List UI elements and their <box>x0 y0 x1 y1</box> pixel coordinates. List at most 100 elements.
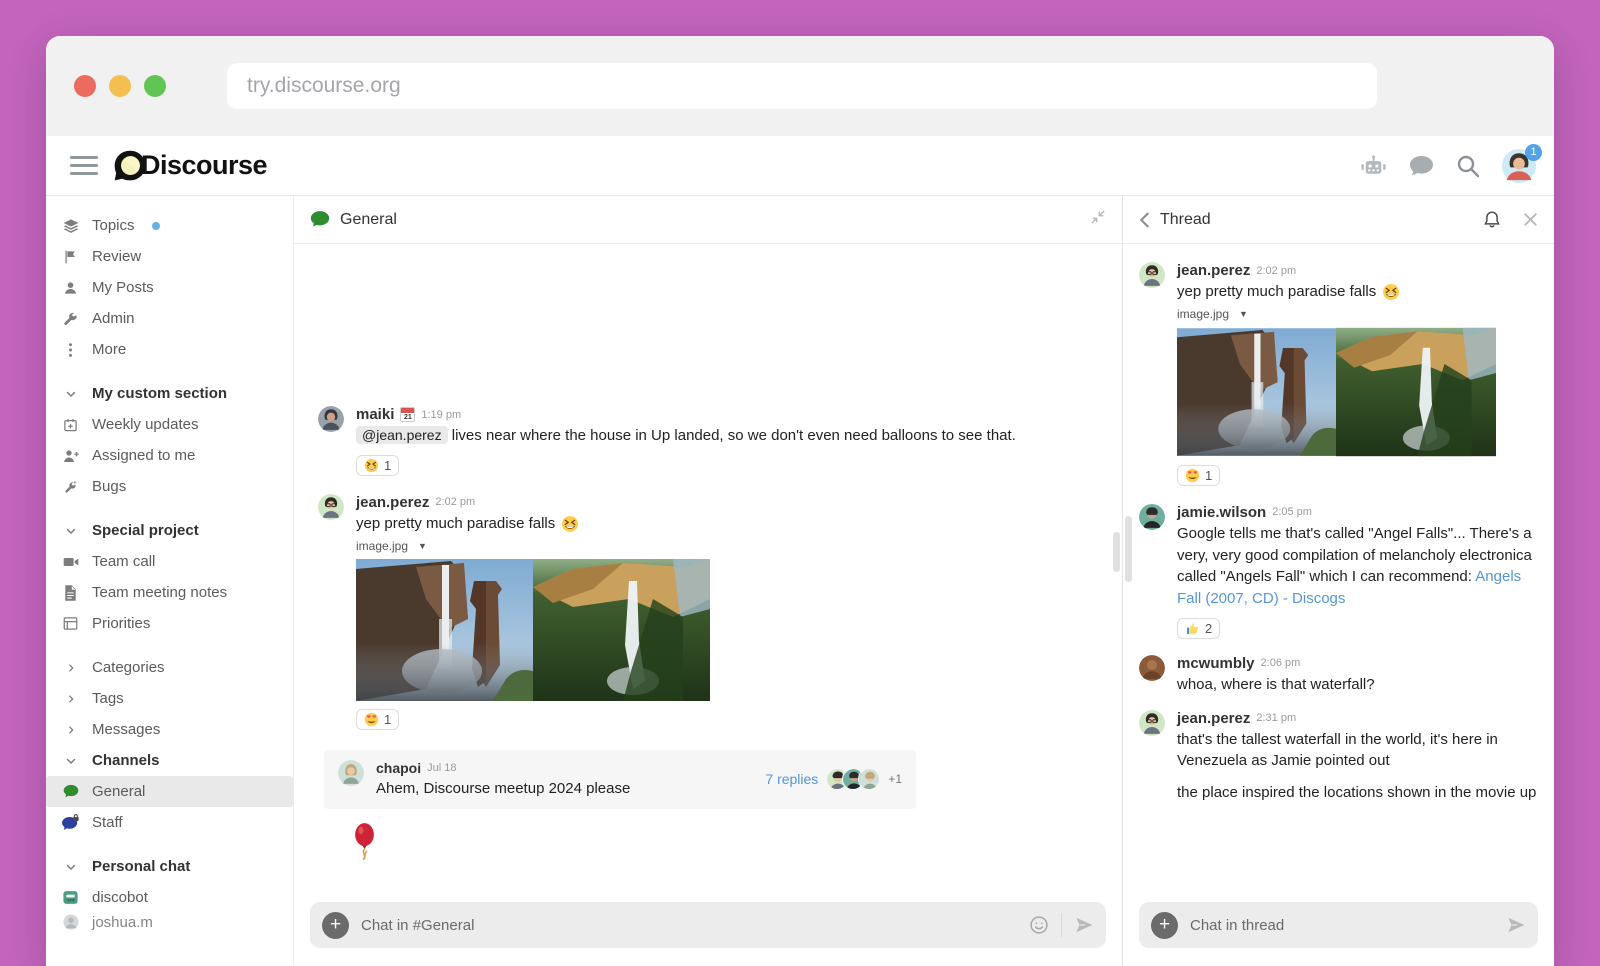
thread-author[interactable]: chapoi <box>376 760 421 776</box>
sidebar-item-admin[interactable]: Admin <box>46 303 293 334</box>
thread-message-input[interactable] <box>1190 917 1494 934</box>
list-icon <box>62 616 79 631</box>
message-author[interactable]: jean.perez <box>356 494 429 511</box>
close-icon[interactable] <box>1523 212 1538 227</box>
attachment-toggle[interactable]: image.jpg ▼ <box>356 539 1098 553</box>
smiley-icon[interactable] <box>1029 915 1049 935</box>
hamburger-menu-icon[interactable] <box>70 156 98 175</box>
thumbs-up-emoji <box>1185 621 1200 636</box>
sidebar-item-label: Bugs <box>92 478 126 495</box>
user-mention[interactable]: @jean.perez <box>356 426 448 444</box>
robot-icon[interactable] <box>1360 154 1387 178</box>
sidebar-item-label: Staff <box>92 814 123 831</box>
avatar-jean-perez[interactable] <box>1139 710 1165 736</box>
sidebar-item-team-meeting-notes[interactable]: Team meeting notes <box>46 577 293 608</box>
message-author[interactable]: jamie.wilson <box>1177 504 1266 521</box>
sidebar-item-discobot[interactable]: discobot <box>46 882 293 913</box>
plus-icon[interactable]: + <box>1151 912 1178 939</box>
attachment-images[interactable] <box>1177 327 1538 457</box>
chat-bubble-icon[interactable] <box>1409 155 1434 177</box>
message-text: that's the tallest waterfall in the worl… <box>1177 729 1538 773</box>
thread-replies-link[interactable]: 7 replies <box>765 771 818 787</box>
sidebar-section-special-project[interactable]: Special project <box>46 515 293 546</box>
avatar-jean-perez[interactable] <box>1139 262 1165 288</box>
sidebar-item-label: Messages <box>92 721 160 738</box>
sidebar-item-topics[interactable]: Topics <box>46 210 293 241</box>
thread-excerpt: Ahem, Discourse meetup 2024 please <box>376 778 630 800</box>
sidebar-item-assigned-to-me[interactable]: Assigned to me <box>46 440 293 471</box>
sidebar-section-my-custom[interactable]: My custom section <box>46 378 293 409</box>
user-avatar[interactable]: 1 <box>1502 149 1536 183</box>
avatar-maiki[interactable] <box>318 406 344 432</box>
sidebar-item-bugs[interactable]: Bugs <box>46 471 293 502</box>
message-author[interactable]: mcwumbly <box>1177 655 1255 672</box>
address-bar[interactable]: try.discourse.org <box>227 63 1377 109</box>
chevron-right-icon <box>62 662 79 674</box>
bell-icon[interactable] <box>1483 210 1501 229</box>
channel-scrollbar[interactable] <box>1113 532 1120 572</box>
sidebar-item-tags[interactable]: Tags <box>46 683 293 714</box>
send-icon[interactable] <box>1506 915 1526 935</box>
reaction-count: 2 <box>1205 621 1212 636</box>
waterfall-image-up-movie[interactable] <box>356 559 533 701</box>
avatar-mcwumbly[interactable] <box>1139 655 1165 681</box>
attachment-images[interactable] <box>356 559 1098 701</box>
plus-icon[interactable]: + <box>322 912 349 939</box>
avatar-jamie-wilson[interactable] <box>1139 504 1165 530</box>
waterfall-image-angel-falls[interactable] <box>533 559 710 701</box>
thread-message-list[interactable]: jean.perez 2:02 pm yep pretty much parad… <box>1123 244 1554 902</box>
chevron-down-icon <box>62 861 79 873</box>
sidebar-item-categories[interactable]: Categories <box>46 652 293 683</box>
send-icon[interactable] <box>1074 915 1094 935</box>
sidebar-item-messages[interactable]: Messages <box>46 714 293 745</box>
discourse-logo[interactable]: Discourse <box>112 148 267 184</box>
search-icon[interactable] <box>1456 154 1480 178</box>
sidebar-section-personal-chat[interactable]: Personal chat <box>46 851 293 882</box>
sidebar-item-channel-staff[interactable]: Staff <box>46 807 293 838</box>
channel-title: General <box>340 211 397 229</box>
reaction-laughing[interactable]: 1 <box>356 455 399 476</box>
channel-message-input[interactable] <box>361 917 1017 934</box>
heart-eyes-emoji <box>1185 468 1200 483</box>
waterfall-image-up-movie[interactable] <box>1177 327 1336 457</box>
site-header: Discourse <box>46 136 1554 196</box>
zoom-window-button[interactable] <box>144 75 166 97</box>
sidebar-item-my-posts[interactable]: My Posts <box>46 272 293 303</box>
chevron-right-icon <box>62 724 79 736</box>
sidebar-item-channel-general[interactable]: General <box>46 776 293 807</box>
message-text-2: the place inspired the locations shown i… <box>1177 782 1538 804</box>
message-author[interactable]: jean.perez <box>1177 262 1250 279</box>
message-time: 2:31 pm <box>1256 712 1296 724</box>
reaction-count: 1 <box>384 712 391 727</box>
sidebar-section-channels[interactable]: Channels <box>46 745 293 776</box>
attachment-toggle[interactable]: image.jpg ▼ <box>1177 307 1538 321</box>
sidebar-item-review[interactable]: Review <box>46 241 293 272</box>
avatar-chapoi[interactable] <box>338 760 364 786</box>
channel-message-list[interactable]: maiki 21 1:19 pm @jean.perez lives near … <box>294 244 1122 902</box>
reaction-heart-eyes[interactable]: 1 <box>1177 465 1220 486</box>
sidebar-item-label: Priorities <box>92 615 150 632</box>
close-window-button[interactable] <box>74 75 96 97</box>
minimize-window-button[interactable] <box>109 75 131 97</box>
thread-scrollbar[interactable] <box>1125 516 1132 582</box>
message-author[interactable]: maiki <box>356 406 394 423</box>
url-text: try.discourse.org <box>247 74 401 98</box>
chevron-down-icon: ▼ <box>418 541 427 551</box>
chevron-left-icon[interactable] <box>1139 212 1150 228</box>
sidebar-item-priorities[interactable]: Priorities <box>46 608 293 639</box>
sidebar-item-weekly-updates[interactable]: Weekly updates <box>46 409 293 440</box>
sidebar-item-joshua[interactable]: joshua.m <box>46 913 293 931</box>
reaction-thumbs-up[interactable]: 2 <box>1177 618 1220 639</box>
thread-preview-card[interactable]: chapoi Jul 18 Ahem, Discourse meetup 202… <box>324 750 916 810</box>
sidebar-item-more[interactable]: More <box>46 334 293 365</box>
message-author[interactable]: jean.perez <box>1177 710 1250 727</box>
waterfall-image-angel-falls[interactable] <box>1336 327 1496 457</box>
sidebar-item-team-call[interactable]: Team call <box>46 546 293 577</box>
section-title: My custom section <box>92 385 227 402</box>
reaction-heart-eyes[interactable]: 1 <box>356 709 399 730</box>
layers-icon <box>62 218 79 234</box>
chevron-right-icon <box>62 693 79 705</box>
avatar-jean-perez[interactable] <box>318 494 344 520</box>
user-plus-icon <box>62 448 79 464</box>
shrink-icon[interactable] <box>1090 209 1106 230</box>
